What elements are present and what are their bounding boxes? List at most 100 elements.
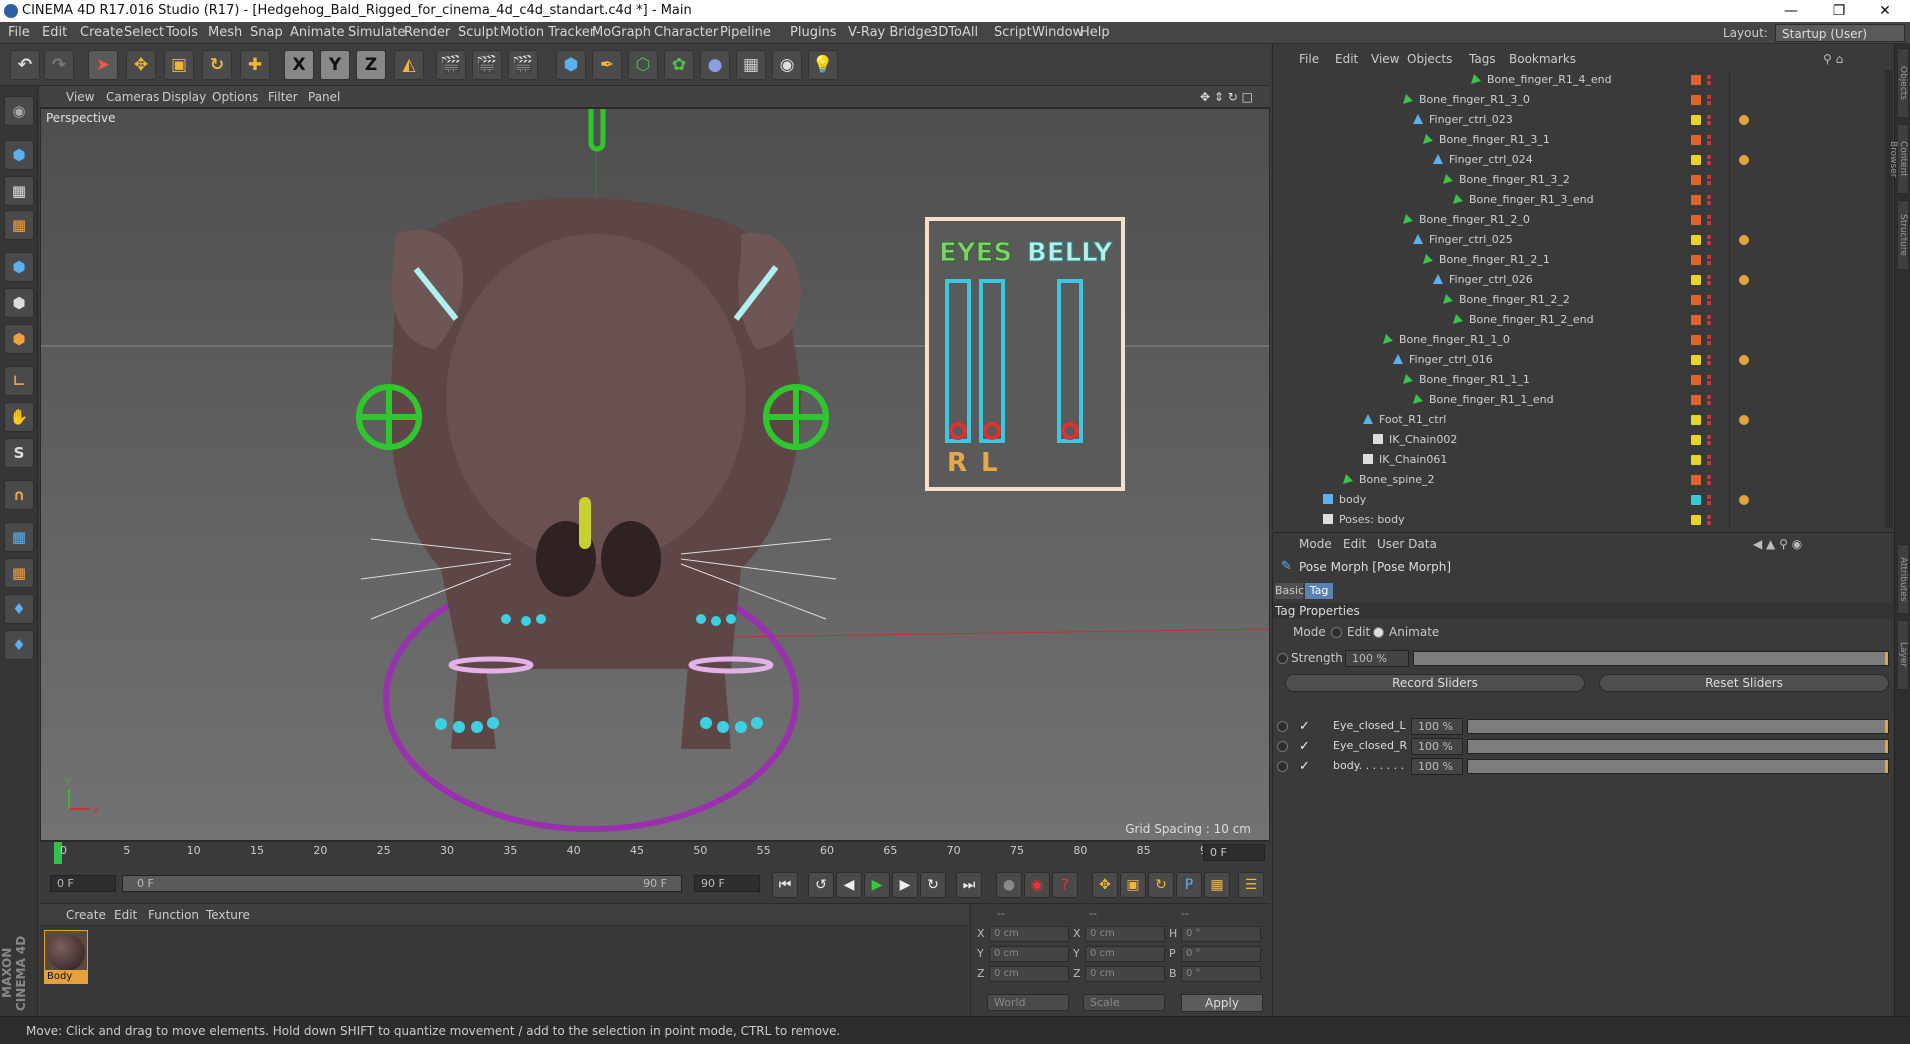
layer-color-swatch[interactable] <box>1691 175 1701 185</box>
layer-color-swatch[interactable] <box>1691 395 1701 405</box>
coord-value-field[interactable]: 0 cm <box>989 966 1069 982</box>
viewport-menu-options[interactable]: Options <box>212 86 258 108</box>
morph-value-input[interactable]: 100 % <box>1411 738 1463 755</box>
previous-frame-icon[interactable]: ◀ <box>836 872 862 898</box>
key-point-level-icon[interactable]: ▦ <box>1204 872 1230 898</box>
layer-color-swatch[interactable] <box>1691 515 1701 525</box>
rotate-tool-icon[interactable]: ↻ <box>202 50 232 80</box>
strength-keyframe-icon[interactable] <box>1277 653 1288 664</box>
object-tree-scrollbar[interactable] <box>1885 70 1893 528</box>
om-menu-objects[interactable]: Objects <box>1407 52 1452 66</box>
om-menu-bookmarks[interactable]: Bookmarks <box>1509 52 1576 66</box>
object-name[interactable]: Finger_ctrl_023 <box>1429 110 1513 130</box>
layer-color-swatch[interactable] <box>1691 275 1701 285</box>
recent-tools-icon[interactable]: ✚ <box>240 50 270 80</box>
morph-checkbox-icon[interactable]: ✓ <box>1299 759 1310 774</box>
visibility-dots-icon[interactable] <box>1707 255 1711 265</box>
layer-color-swatch[interactable] <box>1691 475 1701 485</box>
layout-selector[interactable]: Layout: Startup (User) <box>1723 24 1905 42</box>
python-script-icon[interactable]: ♦ <box>4 594 34 624</box>
coord-value-field[interactable]: 0 ° <box>1181 926 1261 942</box>
menu-v-ray-bridge[interactable]: V-Ray Bridge <box>848 22 932 44</box>
object-row[interactable]: Bone_finger_R1_3_end <box>1273 190 1885 210</box>
object-name[interactable]: body <box>1339 490 1366 510</box>
autokeying-icon[interactable]: ? <box>1052 872 1078 898</box>
object-name[interactable]: Bone_finger_R1_1_1 <box>1419 370 1530 390</box>
tag-icon[interactable] <box>1739 235 1749 245</box>
material-menu-texture[interactable]: Texture <box>206 904 250 926</box>
restore-icon[interactable]: ❐ <box>1816 0 1862 22</box>
viewport-menu-panel[interactable]: Panel <box>308 86 340 108</box>
tag-icon[interactable] <box>1739 155 1749 165</box>
tag-icon[interactable] <box>1739 355 1749 365</box>
strength-slider[interactable] <box>1413 651 1889 666</box>
menu-mograph[interactable]: MoGraph <box>592 22 651 44</box>
visibility-dots-icon[interactable] <box>1707 475 1711 485</box>
coordinate-system-icon[interactable]: ◭ <box>394 50 424 80</box>
layer-color-swatch[interactable] <box>1691 215 1701 225</box>
om-menu-file[interactable]: File <box>1299 52 1319 66</box>
visibility-dots-icon[interactable] <box>1707 415 1711 425</box>
coord-value-field[interactable]: 0 ° <box>1181 966 1261 982</box>
object-name[interactable]: Bone_finger_R1_3_0 <box>1419 90 1530 110</box>
object-row[interactable]: IK_Chain002 <box>1273 430 1885 450</box>
object-row[interactable]: Bone_finger_R1_3_0 <box>1273 90 1885 110</box>
scale-tool-icon[interactable]: ▣ <box>164 50 194 80</box>
morph-checkbox-icon[interactable]: ✓ <box>1299 739 1310 754</box>
live-selection-icon[interactable]: ➤ <box>88 50 118 80</box>
strength-input[interactable]: 100 % <box>1345 650 1409 667</box>
object-name[interactable]: Bone_finger_R1_2_0 <box>1419 210 1530 230</box>
visibility-dots-icon[interactable] <box>1707 295 1711 305</box>
morph-value-input[interactable]: 100 % <box>1411 758 1463 775</box>
record-active-objects-icon[interactable]: ◉ <box>1024 872 1050 898</box>
coord-value-field[interactable]: 0 cm <box>1085 966 1165 982</box>
timeline-window-icon[interactable]: ☰ <box>1238 872 1264 898</box>
om-menu-tags[interactable]: Tags <box>1469 52 1496 66</box>
snap-icon[interactable]: S <box>4 438 34 468</box>
start-frame-field[interactable]: 0 F <box>50 875 116 892</box>
morph-slider[interactable] <box>1467 719 1889 734</box>
menu-sculpt[interactable]: Sculpt <box>458 22 499 44</box>
next-key-icon[interactable]: ↻ <box>920 872 946 898</box>
frame-range-slider[interactable]: 0 F 90 F <box>122 875 682 892</box>
object-name[interactable]: Bone_finger_R1_3_1 <box>1439 130 1550 150</box>
object-row[interactable]: Bone_finger_R1_2_0 <box>1273 210 1885 230</box>
object-row[interactable]: Bone_finger_R1_4_end <box>1273 70 1885 90</box>
visibility-dots-icon[interactable] <box>1707 275 1711 285</box>
render-picture-viewer-icon[interactable]: 🎬 <box>472 50 502 80</box>
object-name[interactable]: Bone_finger_R1_2_1 <box>1439 250 1550 270</box>
menu-edit[interactable]: Edit <box>42 22 67 44</box>
am-menu-edit[interactable]: Edit <box>1343 537 1366 551</box>
visibility-dots-icon[interactable] <box>1707 435 1711 445</box>
layer-color-swatch[interactable] <box>1691 335 1701 345</box>
visibility-dots-icon[interactable] <box>1707 515 1711 525</box>
cloner-icon[interactable]: ✿ <box>664 50 694 80</box>
redo-icon[interactable]: ↷ <box>44 50 74 80</box>
object-row[interactable]: Finger_ctrl_016 <box>1273 350 1885 370</box>
visibility-dots-icon[interactable] <box>1707 175 1711 185</box>
apply-button[interactable]: Apply <box>1181 994 1263 1012</box>
morph-keyframe-icon[interactable] <box>1277 741 1288 752</box>
om-menu-edit[interactable]: Edit <box>1335 52 1358 66</box>
mode-edit-radio[interactable] <box>1331 627 1342 638</box>
side-tab-objects[interactable]: Objects <box>1897 48 1909 118</box>
end-frame-field[interactable]: 90 F <box>694 875 760 892</box>
key-parameter-icon[interactable]: P <box>1176 872 1202 898</box>
menu-plugins[interactable]: Plugins <box>790 22 837 44</box>
visibility-dots-icon[interactable] <box>1707 215 1711 225</box>
side-tab-attributes[interactable]: Attributes <box>1897 544 1909 614</box>
object-row[interactable]: body <box>1273 490 1885 510</box>
viewport-menu-cameras[interactable]: Cameras <box>106 86 159 108</box>
model-mode-icon[interactable]: ⬢ <box>4 140 34 170</box>
menu-character[interactable]: Character <box>654 22 718 44</box>
om-menu-view[interactable]: View <box>1371 52 1399 66</box>
go-to-start-icon[interactable]: ⏮ <box>772 872 798 898</box>
move-tool-icon[interactable]: ✥ <box>126 50 156 80</box>
object-name[interactable]: Finger_ctrl_026 <box>1449 270 1533 290</box>
object-name[interactable]: Bone_finger_R1_1_end <box>1429 390 1554 410</box>
morph-slider[interactable] <box>1467 759 1889 774</box>
tag-icon[interactable] <box>1739 495 1749 505</box>
object-name[interactable]: Bone_finger_R1_3_end <box>1469 190 1594 210</box>
light-icon[interactable]: 💡 <box>808 50 838 80</box>
object-row[interactable]: Bone_finger_R1_1_end <box>1273 390 1885 410</box>
